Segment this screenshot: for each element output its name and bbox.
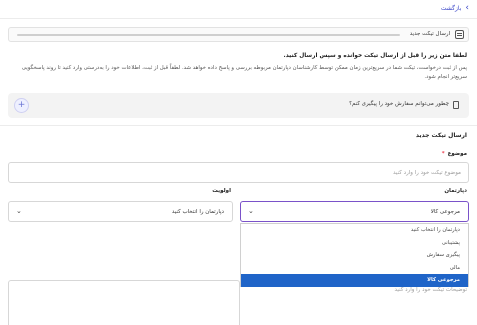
expand-plus-icon[interactable]: + [14, 98, 29, 113]
divider [0, 125, 477, 126]
intro-heading: لطفا متن زیر را قبل از ارسال تیکت خوانده… [283, 53, 467, 59]
intro-text: پس از ثبت درخواست، تیکت شما در سریع‌ترین… [21, 65, 467, 80]
subject-label: موضوع* [442, 151, 467, 157]
chevron-right-icon: › [465, 3, 469, 13]
ticket-icon [455, 30, 464, 39]
department-label: دپارتمان [444, 188, 467, 194]
dropdown-option[interactable]: مالی [241, 262, 468, 275]
dropdown-option[interactable]: پیگیری سفارش [241, 249, 468, 262]
form-title: ارسال تیکت جدید [415, 132, 467, 139]
subject-input[interactable]: موضوع تیکت خود را وارد کنید [8, 162, 469, 183]
description-textarea[interactable] [8, 280, 240, 325]
priority-select[interactable]: دپارتمان را انتخاب کنید ⌄ [8, 201, 233, 222]
document-icon [453, 101, 459, 109]
chevron-down-icon: ⌄ [248, 207, 254, 215]
faq-question: چطور می‌توانم سفارش خود را پیگیری کنم؟ [349, 101, 449, 107]
title-decoration-line [17, 34, 400, 36]
priority-label: اولویت [212, 188, 231, 194]
required-mark: * [441, 151, 445, 157]
faq-item[interactable]: چطور می‌توانم سفارش خود را پیگیری کنم؟ + [8, 93, 469, 118]
chevron-down-icon: ⌄ [16, 207, 22, 215]
department-select-value: مرجوعی کالا [430, 209, 460, 215]
priority-select-value: دپارتمان را انتخاب کنید [171, 209, 224, 215]
description-placeholder: توضیحات تیکت خود را وارد کنید [394, 287, 467, 293]
dropdown-option[interactable]: دپارتمان را انتخاب کنید [241, 224, 468, 237]
back-label: بازگشت [440, 5, 462, 12]
dropdown-option-selected[interactable]: مرجوعی کالا [241, 274, 468, 287]
page-title-bar: ارسال تیکت جدید [8, 27, 469, 42]
subject-placeholder: موضوع تیکت خود را وارد کنید [393, 170, 461, 176]
divider [0, 18, 477, 19]
department-select[interactable]: مرجوعی کالا ⌄ [240, 201, 469, 222]
department-dropdown: دپارتمان را انتخاب کنید پشتیبانی پیگیری … [240, 223, 469, 287]
page-title: ارسال تیکت جدید [409, 31, 450, 37]
subject-label-text: موضوع [447, 151, 467, 157]
back-link[interactable]: › بازگشت [441, 4, 469, 13]
dropdown-option[interactable]: پشتیبانی [241, 237, 468, 250]
